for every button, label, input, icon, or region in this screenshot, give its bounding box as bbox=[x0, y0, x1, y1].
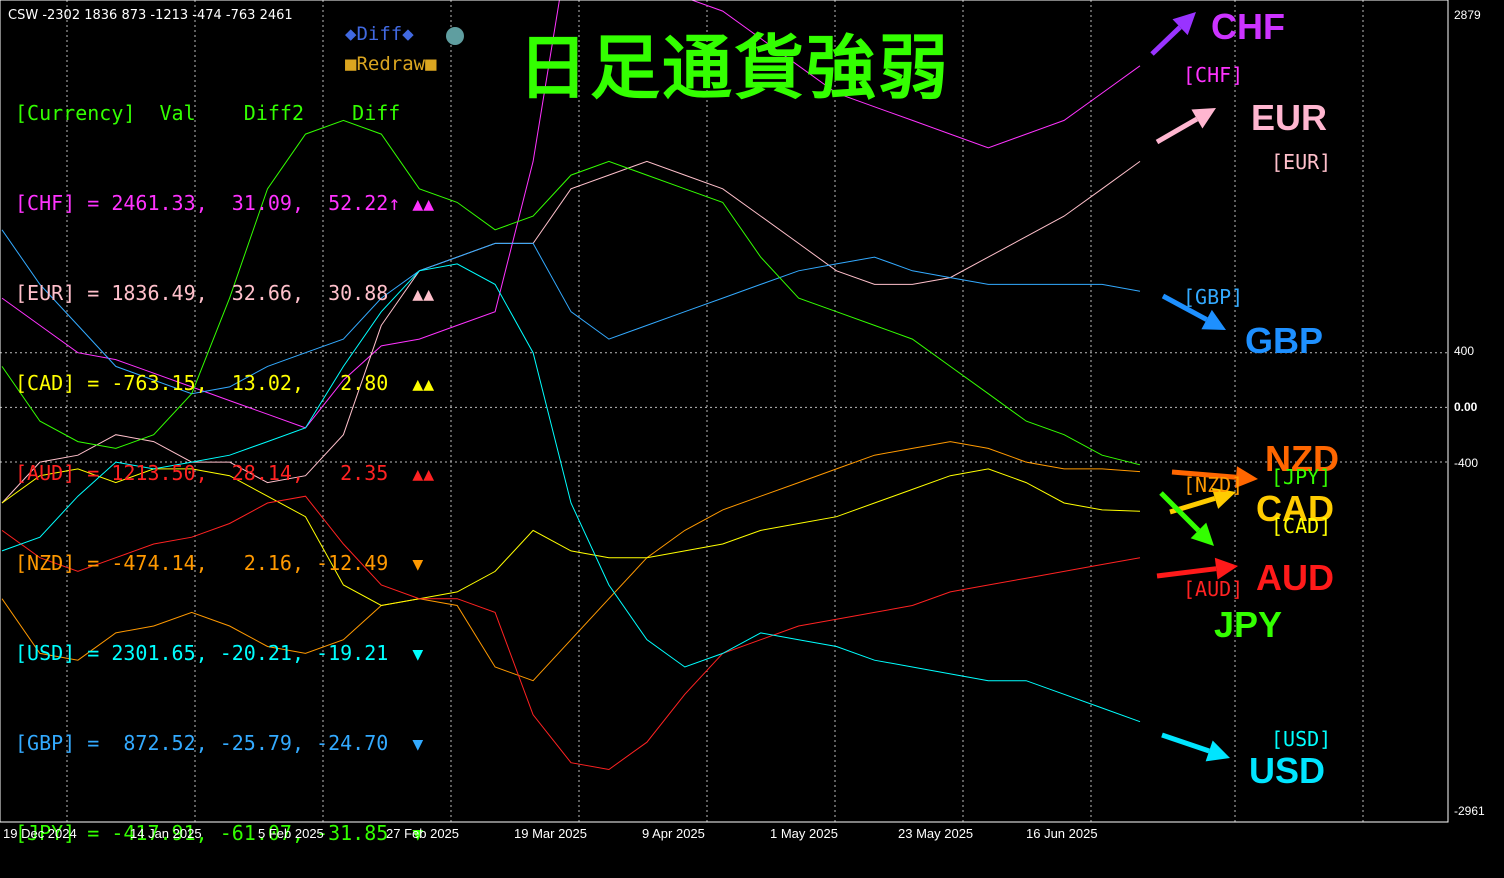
label-aud: AUD bbox=[1256, 557, 1334, 598]
diff-button[interactable]: ◆Diff◆ bbox=[345, 23, 414, 45]
trend-arrows-nzd: ▼ bbox=[412, 554, 424, 575]
y-tick-label: -400 bbox=[1454, 456, 1479, 470]
x-tick-label: 14 Jan 2025 bbox=[130, 826, 202, 841]
y-tick-label: -2961 bbox=[1454, 804, 1485, 818]
x-tick-label: 9 Apr 2025 bbox=[642, 826, 705, 841]
panel-row-gbp: [GBP] = 872.52, -25.79, -24.70 ▼ bbox=[15, 728, 434, 758]
panel-row-nzd: [NZD] = -474.14, 2.16, -12.49 ▼ bbox=[15, 548, 434, 578]
arrow-chf bbox=[1150, 12, 1196, 56]
row-label-cad: [CAD] = -763.15, 13.02, 2.80 bbox=[15, 371, 389, 395]
trend-arrows-eur: ▲▲ bbox=[412, 284, 435, 305]
label-usd: USD bbox=[1249, 750, 1326, 791]
x-tick-label: 1 May 2025 bbox=[770, 826, 838, 841]
label-eur: EUR bbox=[1251, 97, 1328, 138]
x-tick-label: 16 Jun 2025 bbox=[1026, 826, 1098, 841]
arrow-usd bbox=[1161, 732, 1230, 762]
arrow-eur bbox=[1155, 108, 1216, 145]
row-label-usd: [USD] = 2301.65, -20.21, -19.21 bbox=[15, 641, 389, 665]
row-label-aud: [AUD] = 1213.50, 28.14, 2.35 bbox=[15, 461, 389, 485]
currency-panel: [Currency] Val Diff2 Diff [CHF] = 2461.3… bbox=[15, 38, 434, 878]
row-label-eur: [EUR] = 1836.49, 32.66, 30.88 bbox=[15, 281, 389, 305]
panel-header: [Currency] Val Diff2 Diff bbox=[15, 101, 401, 125]
redraw-button[interactable]: ■Redraw■ bbox=[345, 53, 437, 75]
label-gbp: GBP bbox=[1245, 320, 1324, 361]
row-label-nzd: [NZD] = -474.14, 2.16, -12.49 bbox=[15, 551, 389, 575]
row-label-gbp: [GBP] = 872.52, -25.79, -24.70 bbox=[15, 731, 389, 755]
x-tick-label: 23 May 2025 bbox=[898, 826, 974, 841]
label-chf: CHF bbox=[1211, 6, 1285, 47]
panel-row-aud: [AUD] = 1213.50, 28.14, 2.35 ▲▲ bbox=[15, 458, 434, 488]
row-label-chf: [CHF] = 2461.33, 31.09, 52.22↑ bbox=[15, 191, 401, 215]
panel-row-chf: [CHF] = 2461.33, 31.09, 52.22↑ ▲▲ bbox=[15, 188, 434, 218]
y-tick-label: 400 bbox=[1454, 344, 1475, 358]
trend-arrows-aud: ▲▲ bbox=[412, 464, 435, 485]
y-tick-label: 0.00 bbox=[1454, 400, 1478, 414]
trend-arrows-gbp: ▼ bbox=[412, 734, 424, 755]
bracket-label-cad: [CAD] bbox=[1271, 514, 1332, 538]
panel-row-jpy: [JPY] = -417.91, -61.07, -31.85 ▼ bbox=[15, 818, 434, 848]
bracket-label-gbp: [GBP] bbox=[1183, 285, 1244, 309]
panel-row-usd: [USD] = 2301.65, -20.21, -19.21 ▼ bbox=[15, 638, 434, 668]
chart-title: 日足通貨強弱 bbox=[518, 27, 950, 109]
label-jpy: JPY bbox=[1214, 604, 1283, 645]
direction-arrows bbox=[1150, 12, 1258, 762]
panel-row-eur: [EUR] = 1836.49, 32.66, 30.88 ▲▲ bbox=[15, 278, 434, 308]
bracket-label-chf: [CHF] bbox=[1183, 63, 1244, 87]
y-tick-label: 2879 bbox=[1454, 8, 1481, 22]
x-tick-label: 27 Feb 2025 bbox=[386, 826, 460, 841]
bracket-label-usd: [USD] bbox=[1271, 727, 1332, 751]
bracket-label-nzd: [NZD] bbox=[1183, 473, 1244, 497]
indicator-label: CSW -2302 1836 873 -1213 -474 -763 2461 bbox=[8, 8, 293, 23]
x-tick-label: 19 Dec 2024 bbox=[3, 826, 77, 841]
bracket-label-jpy: [JPY] bbox=[1271, 465, 1332, 489]
panel-row-cad: [CAD] = -763.15, 13.02, 2.80 ▲▲ bbox=[15, 368, 434, 398]
trend-arrows-cad: ▲▲ bbox=[412, 374, 435, 395]
trend-arrows-chf: ▲▲ bbox=[412, 194, 435, 215]
trend-arrows-usd: ▼ bbox=[412, 644, 424, 665]
x-tick-label: 19 Mar 2025 bbox=[514, 826, 587, 841]
bracket-label-eur: [EUR] bbox=[1271, 150, 1332, 174]
diff-toggle-dot[interactable] bbox=[446, 27, 464, 45]
x-tick-label: 5 Feb 2025 bbox=[258, 826, 324, 841]
bracket-label-aud: [AUD] bbox=[1183, 577, 1244, 601]
